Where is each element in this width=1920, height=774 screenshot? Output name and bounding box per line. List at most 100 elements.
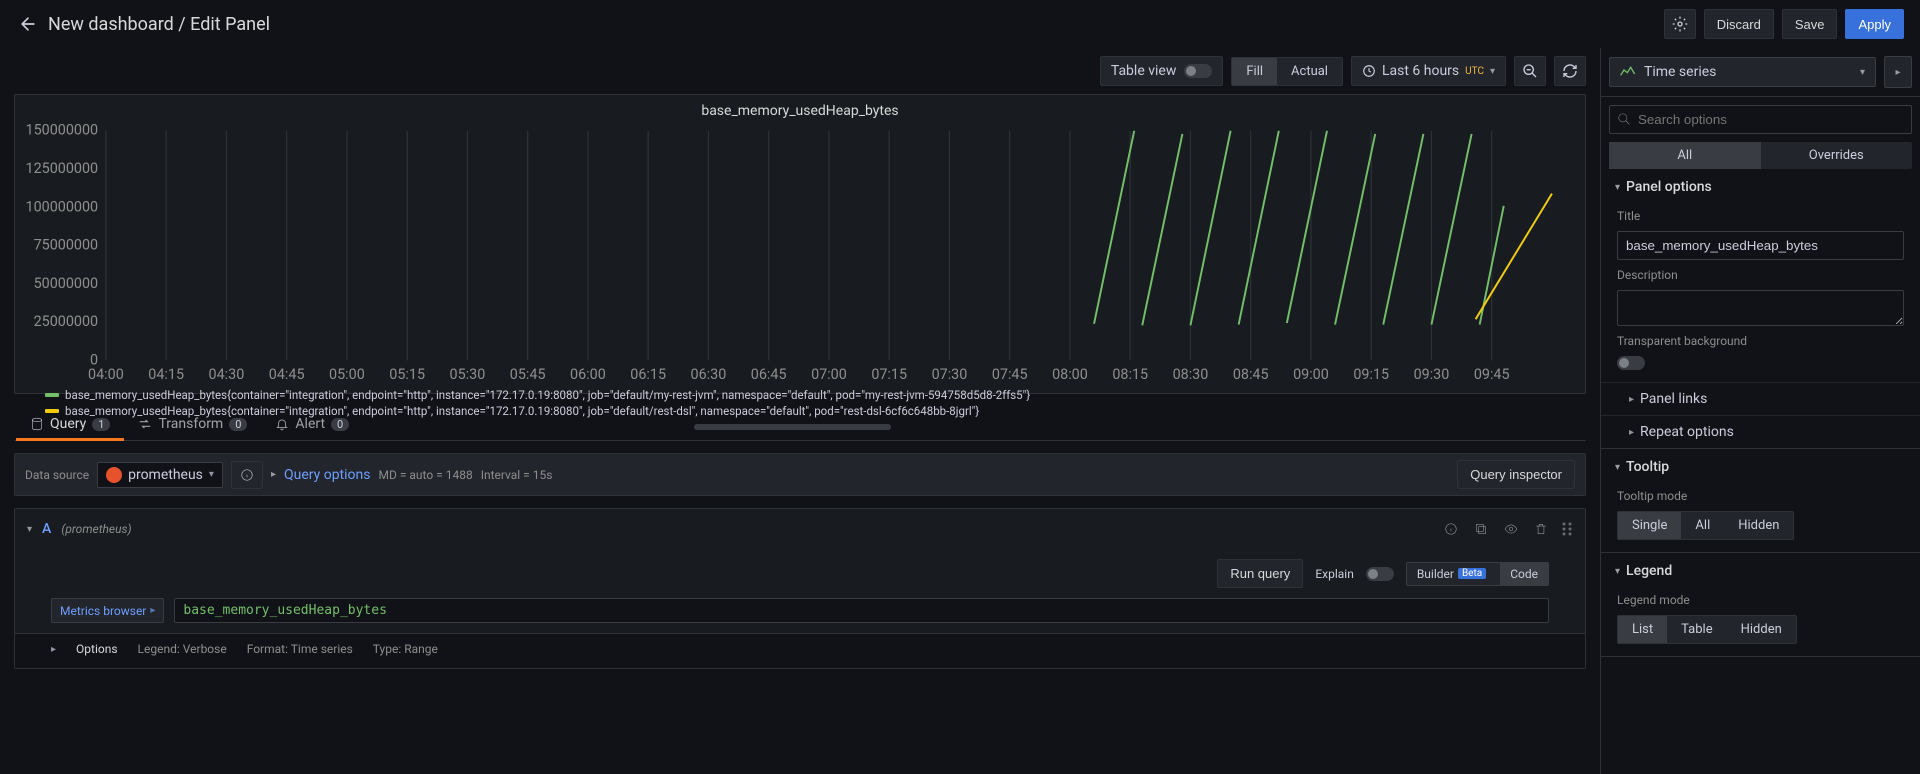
- tab-transform[interactable]: Transform 0: [124, 406, 261, 440]
- svg-text:05:45: 05:45: [510, 366, 546, 383]
- legend-hidden[interactable]: Hidden: [1727, 616, 1796, 643]
- svg-text:08:15: 08:15: [1112, 366, 1148, 383]
- builder-button[interactable]: Builder Beta: [1407, 563, 1496, 585]
- viz-expand-button[interactable]: ▸: [1884, 56, 1912, 88]
- table-view-toggle[interactable]: Table view: [1100, 56, 1224, 86]
- datasource-select[interactable]: prometheus ▾: [97, 462, 223, 488]
- tab-query[interactable]: Query 1: [16, 406, 124, 440]
- database-icon: [30, 417, 44, 431]
- discard-button[interactable]: Discard: [1704, 9, 1774, 39]
- tab-alert[interactable]: Alert 0: [261, 406, 363, 440]
- promql-input[interactable]: base_memory_usedHeap_bytes: [174, 598, 1549, 623]
- svg-text:100000000: 100000000: [26, 198, 99, 215]
- section-repeat-options[interactable]: ▸ Repeat options: [1601, 415, 1920, 448]
- utc-badge: UTC: [1465, 66, 1484, 77]
- query-help-button[interactable]: [1441, 519, 1461, 539]
- query-options-link[interactable]: Query options: [284, 467, 371, 483]
- builder-code-toggle: Builder Beta Code: [1406, 562, 1549, 586]
- eye-icon: [1504, 522, 1518, 536]
- svg-text:75000000: 75000000: [34, 237, 99, 254]
- transparent-toggle[interactable]: [1617, 356, 1645, 370]
- drag-handle[interactable]: [1561, 522, 1573, 536]
- panel-description-input[interactable]: [1617, 290, 1904, 326]
- datasource-label: Data source: [25, 468, 89, 482]
- back-button[interactable]: [16, 12, 40, 36]
- chevron-right-icon: ▸: [150, 605, 155, 616]
- legend-mode-label: Legend mode: [1617, 593, 1904, 607]
- time-range-picker[interactable]: Last 6 hours UTC ▾: [1351, 56, 1506, 86]
- tooltip-single[interactable]: Single: [1618, 512, 1681, 539]
- legend-list[interactable]: List: [1618, 616, 1667, 643]
- svg-text:09:00: 09:00: [1293, 366, 1329, 383]
- explain-toggle[interactable]: [1366, 567, 1394, 581]
- run-query-button[interactable]: Run query: [1217, 559, 1303, 588]
- chevron-right-icon: ▸: [1629, 394, 1634, 405]
- svg-text:25000000: 25000000: [34, 313, 99, 330]
- legend-table[interactable]: Table: [1667, 616, 1726, 643]
- fill-button[interactable]: Fill: [1232, 58, 1277, 85]
- explain-label: Explain: [1315, 567, 1354, 581]
- delete-query-button[interactable]: [1531, 519, 1551, 539]
- type-option: Type: Range: [373, 642, 438, 656]
- svg-text:50000000: 50000000: [34, 275, 99, 292]
- query-row: ▾ A (prometheus) Run query Explain: [14, 508, 1586, 669]
- tooltip-mode-label: Tooltip mode: [1617, 489, 1904, 503]
- overrides-tab[interactable]: Overrides: [1761, 142, 1913, 169]
- info-icon: [240, 468, 254, 482]
- chevron-down-icon: ▾: [1860, 67, 1865, 78]
- chevron-down-icon[interactable]: ▾: [27, 524, 32, 535]
- svg-text:08:45: 08:45: [1233, 366, 1269, 383]
- svg-text:09:15: 09:15: [1353, 366, 1389, 383]
- options-toggle[interactable]: Options: [76, 642, 118, 656]
- tooltip-hidden[interactable]: Hidden: [1724, 512, 1793, 539]
- toggle-query-visibility-button[interactable]: [1501, 519, 1521, 539]
- legend-option: Legend: Verbose: [138, 642, 227, 656]
- title-label: Title: [1617, 209, 1904, 223]
- all-tab[interactable]: All: [1609, 142, 1761, 169]
- tab-badge: 0: [331, 418, 349, 431]
- legend-item[interactable]: base_memory_usedHeap_bytes{container="in…: [45, 388, 1555, 402]
- section-legend[interactable]: ▾ Legend: [1601, 553, 1920, 589]
- actual-button[interactable]: Actual: [1277, 58, 1342, 85]
- tooltip-mode-toggle: Single All Hidden: [1617, 511, 1794, 540]
- toggle-switch: [1184, 64, 1212, 78]
- tab-label: Transform: [158, 416, 223, 432]
- svg-text:04:30: 04:30: [209, 366, 245, 383]
- svg-text:06:45: 06:45: [751, 366, 787, 383]
- panel-settings-button[interactable]: [1664, 9, 1696, 39]
- description-label: Description: [1617, 268, 1904, 282]
- legend-label: base_memory_usedHeap_bytes{container="in…: [65, 388, 1030, 402]
- panel-title-input[interactable]: [1617, 231, 1904, 260]
- tooltip-all[interactable]: All: [1681, 512, 1724, 539]
- tab-badge: 0: [229, 418, 247, 431]
- apply-button[interactable]: Apply: [1845, 9, 1904, 39]
- zoom-out-button[interactable]: [1514, 56, 1546, 86]
- chevron-right-icon: ▸: [1895, 67, 1900, 78]
- datasource-help-button[interactable]: [231, 461, 263, 489]
- code-button[interactable]: Code: [1500, 563, 1548, 585]
- section-panel-options[interactable]: ▾ Panel options: [1601, 169, 1920, 205]
- grip-icon: [1561, 522, 1573, 536]
- page-title: New dashboard / Edit Panel: [48, 14, 1656, 35]
- svg-text:0: 0: [90, 351, 98, 368]
- time-range-label: Last 6 hours: [1382, 63, 1459, 79]
- duplicate-query-button[interactable]: [1471, 519, 1491, 539]
- refresh-button[interactable]: [1554, 56, 1586, 86]
- trash-icon: [1534, 522, 1548, 536]
- search-options-input[interactable]: [1609, 105, 1912, 134]
- clock-icon: [1362, 64, 1376, 78]
- save-button[interactable]: Save: [1782, 9, 1838, 39]
- chart-plot[interactable]: 04:0004:1504:3004:4505:0005:1505:3005:45…: [25, 123, 1565, 384]
- query-inspector-button[interactable]: Query inspector: [1457, 460, 1575, 489]
- tab-label: Query: [50, 416, 86, 432]
- svg-text:06:15: 06:15: [630, 366, 666, 383]
- metrics-browser-button[interactable]: Metrics browser ▸: [51, 598, 164, 623]
- section-tooltip[interactable]: ▾ Tooltip: [1601, 449, 1920, 485]
- chevron-right-icon[interactable]: ▸: [51, 644, 56, 655]
- section-panel-links[interactable]: ▸ Panel links: [1601, 382, 1920, 415]
- all-overrides-toggle: All Overrides: [1609, 142, 1912, 169]
- visualization-picker[interactable]: Time series ▾: [1609, 57, 1876, 87]
- info-icon: [1444, 522, 1458, 536]
- svg-text:08:00: 08:00: [1052, 366, 1088, 383]
- datasource-name: prometheus: [128, 467, 203, 483]
